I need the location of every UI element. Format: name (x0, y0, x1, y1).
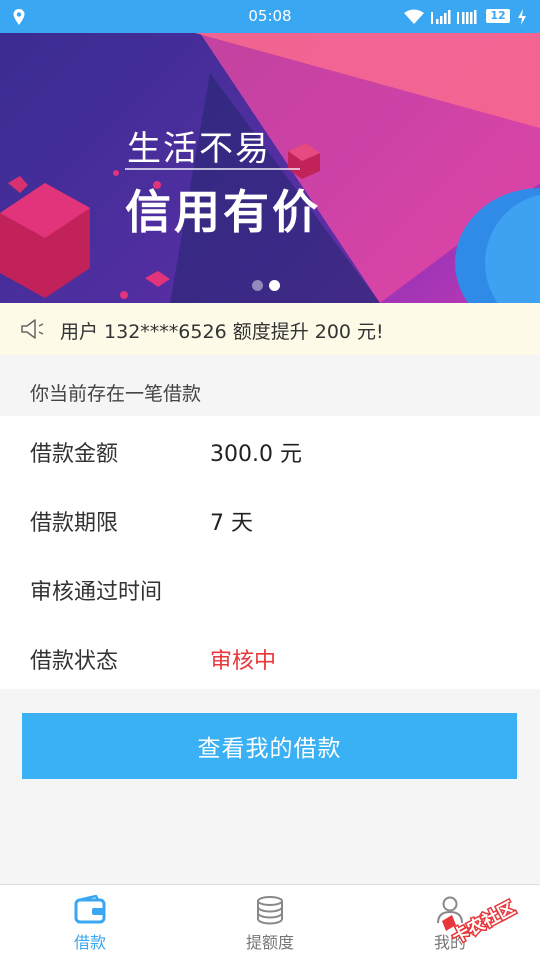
watermark-logo: 卡农社区 (442, 896, 520, 949)
loan-status-row: 借款状态 审核中 (0, 623, 540, 691)
signal-icon-2 (457, 10, 477, 24)
loan-status-value: 审核中 (210, 649, 277, 674)
battery-icon: 12 (486, 9, 510, 23)
charging-icon (518, 9, 526, 25)
loan-term-row: 借款期限 7 天 (0, 485, 540, 553)
view-my-loan-button[interactable]: 查看我的借款 (22, 713, 517, 779)
promo-banner[interactable]: 生活不易 信用有价 (0, 33, 540, 303)
loan-amount-value: 300.0 元 (210, 442, 302, 467)
loan-term-value: 7 天 (210, 511, 253, 536)
nav-label-loan: 借款 (73, 933, 106, 952)
nav-item-raise-limit[interactable]: 提额度 (180, 885, 360, 961)
notice-bar: 用户 132****6526 额度提升 200 元! (0, 303, 540, 355)
nav-label-raise-limit: 提额度 (245, 933, 294, 952)
loan-details-card: 借款金额 300.0 元 借款期限 7 天 审核通过时间 借款状态 审核中 (0, 416, 540, 689)
database-icon (257, 896, 283, 925)
section-title: 你当前存在一笔借款 (30, 383, 202, 405)
notice-text: 用户 132****6526 额度提升 200 元! (60, 321, 384, 343)
wifi-icon (404, 9, 424, 24)
loan-term-label: 借款期限 (30, 511, 119, 536)
banner-headline: 生活不易 (127, 129, 271, 169)
carousel-dot-active[interactable] (269, 280, 280, 291)
carousel-dot[interactable] (252, 280, 263, 291)
status-bar: 05:08 12 (0, 0, 540, 33)
approval-time-row: 审核通过时间 (0, 554, 540, 622)
nav-item-loan[interactable]: 借款 (0, 885, 180, 961)
speaker-icon (21, 319, 44, 339)
signal-icon (431, 10, 451, 24)
approval-time-label: 审核通过时间 (30, 580, 163, 605)
carousel-indicator (252, 276, 286, 295)
loan-amount-label: 借款金额 (30, 442, 119, 467)
loan-status-label: 借款状态 (30, 649, 119, 674)
loan-amount-row: 借款金额 300.0 元 (0, 416, 540, 484)
banner-slogan: 信用有价 (125, 185, 321, 239)
wallet-icon (74, 895, 106, 924)
svg-text:卡农社区: 卡农社区 (449, 897, 519, 947)
